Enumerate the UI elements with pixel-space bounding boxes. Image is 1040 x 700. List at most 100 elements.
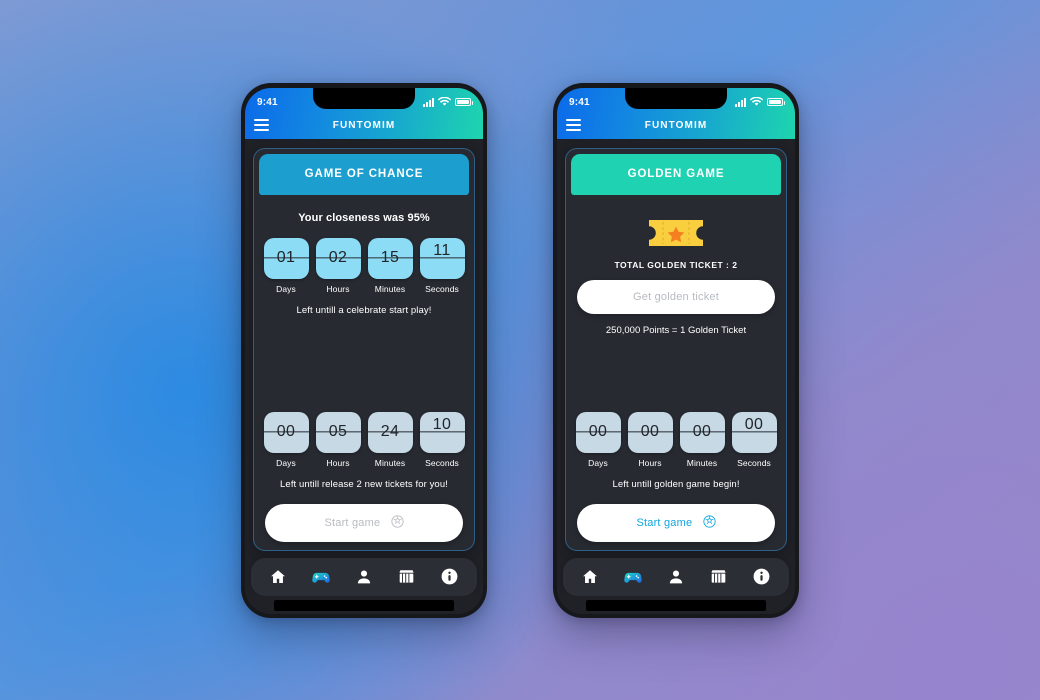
- notch: [313, 87, 415, 109]
- timer-label-minutes: Minutes: [686, 457, 718, 468]
- bottom-nav-container: [251, 551, 477, 596]
- flip-card-days: 01: [263, 237, 309, 279]
- home-icon: [271, 569, 286, 583]
- timer-value-days: 01: [276, 249, 296, 266]
- flip2-card-days: 00: [263, 411, 309, 453]
- timer-label-hours: Hours: [326, 283, 350, 294]
- nav-games-button[interactable]: [308, 564, 334, 590]
- timer2-label-seconds: Seconds: [425, 457, 459, 468]
- timer2-unit-seconds: 10 Seconds: [419, 411, 465, 468]
- status-time: 9:41: [569, 96, 590, 108]
- store-icon: [399, 570, 414, 583]
- timer-unit-hours: 00 Hours: [627, 411, 673, 468]
- flip-card-seconds: 00: [731, 411, 777, 453]
- hamburger-menu-icon[interactable]: [254, 119, 269, 131]
- countdown-timer-primary: 01 Days 02 Hours 15 Minutes 11 Seconds: [263, 237, 465, 294]
- info-icon: [753, 568, 770, 585]
- countdown-timer-golden: 00 Days 00 Hours 00 Minutes 00 Seconds: [575, 411, 777, 468]
- nav-info-button[interactable]: [749, 564, 775, 590]
- card-header-title: GAME OF CHANCE: [259, 153, 469, 195]
- timer-value-minutes: 15: [380, 249, 400, 266]
- timer-value-seconds: 11: [433, 242, 451, 259]
- nav-profile-button[interactable]: [351, 564, 377, 590]
- timer-unit-days: 00 Days: [575, 411, 621, 468]
- flip-card-hours: 00: [627, 411, 673, 453]
- flip2-card-seconds: 10: [419, 411, 465, 453]
- golden-game-card: GOLDEN GAME TOTAL GOLDEN TICKET : 2 Get …: [565, 147, 787, 551]
- timer-label-hours: Hours: [638, 457, 662, 468]
- nav-store-button[interactable]: [394, 564, 420, 590]
- timer-label-days: Days: [588, 457, 608, 468]
- screen-body: GOLDEN GAME TOTAL GOLDEN TICKET : 2 Get …: [557, 138, 795, 614]
- timer2-value-minutes: 24: [380, 423, 400, 440]
- flip-card-hours: 02: [315, 237, 361, 279]
- timer2-label-days: Days: [276, 457, 296, 468]
- flip-card-minutes: 15: [367, 237, 413, 279]
- soccer-ball-icon: [702, 514, 716, 531]
- app-title: FUNTOMIM: [644, 119, 708, 131]
- timer-value-days: 00: [588, 423, 608, 440]
- timer2-value-seconds: 10: [432, 416, 452, 433]
- home-indicator-area: [253, 595, 475, 614]
- closeness-headline: Your closeness was 95%: [298, 211, 430, 224]
- timer-unit-seconds: 00 Seconds: [731, 411, 777, 468]
- person-icon: [357, 569, 371, 583]
- store-icon: [711, 570, 726, 583]
- status-time: 9:41: [257, 96, 278, 108]
- battery-icon: [455, 98, 473, 106]
- timer2-unit-hours: 05 Hours: [315, 411, 361, 468]
- golden-ticket-icon: [649, 219, 703, 246]
- start-game-button[interactable]: Start game: [265, 503, 463, 542]
- battery-icon: [767, 98, 785, 106]
- nav-profile-button[interactable]: [663, 564, 689, 590]
- start-game-button[interactable]: Start game: [577, 503, 775, 542]
- home-indicator-area: [565, 595, 787, 614]
- screen-body: GAME OF CHANCE Your closeness was 95% 01…: [245, 138, 483, 614]
- notch: [625, 87, 727, 109]
- timer-unit-seconds: 11 Seconds: [419, 237, 465, 294]
- total-golden-ticket-label: TOTAL GOLDEN TICKET : 2: [614, 259, 738, 270]
- timer-value-hours: 02: [328, 249, 348, 266]
- timer-unit-hours: 02 Hours: [315, 237, 361, 294]
- card-content: Your closeness was 95% 01 Days 02 Hours …: [259, 195, 469, 550]
- nav-store-button[interactable]: [706, 564, 732, 590]
- card-content: TOTAL GOLDEN TICKET : 2 Get golden ticke…: [571, 195, 781, 550]
- phone-mockup-golden-game: 9:41 FUNTOMIM GOLDEN GAME TOTAL GOLDEN T…: [553, 82, 799, 618]
- timer-unit-days: 01 Days: [263, 237, 309, 294]
- timer2-value-days: 00: [276, 423, 296, 440]
- get-golden-ticket-label: Get golden ticket: [633, 290, 719, 303]
- card-header-title: GOLDEN GAME: [571, 153, 781, 195]
- home-indicator: [274, 599, 454, 611]
- nav-games-button[interactable]: [620, 564, 646, 590]
- wifi-icon: [750, 97, 763, 106]
- timer-caption-secondary: Left untill release 2 new tickets for yo…: [280, 478, 448, 490]
- countdown-timer-secondary: 00 Days 05 Hours 24 Minutes 10 Seconds: [263, 411, 465, 468]
- golden-ticket-illustration: [577, 217, 775, 249]
- gamepad-icon: [312, 572, 330, 583]
- game-card: GAME OF CHANCE Your closeness was 95% 01…: [253, 147, 475, 551]
- timer-unit-minutes: 00 Minutes: [679, 411, 725, 468]
- timer-caption-golden: Left untill golden game begin!: [612, 478, 740, 490]
- nav-home-button[interactable]: [577, 564, 603, 590]
- timer2-unit-days: 00 Days: [263, 411, 309, 468]
- info-icon: [441, 568, 458, 585]
- start-game-label: Start game: [636, 516, 693, 529]
- bottom-nav-container: [563, 551, 789, 596]
- flip-card-seconds: 11: [419, 237, 465, 279]
- app-bar: FUNTOMIM: [245, 112, 483, 139]
- person-icon: [669, 569, 683, 583]
- signal-bars-icon: [735, 97, 746, 107]
- nav-home-button[interactable]: [265, 564, 291, 590]
- flip2-card-minutes: 24: [367, 411, 413, 453]
- phone-screen: 9:41 FUNTOMIM GAME OF CHANCE Your closen…: [245, 87, 483, 614]
- app-bar: FUNTOMIM: [557, 112, 795, 139]
- get-golden-ticket-button[interactable]: Get golden ticket: [577, 279, 775, 314]
- bottom-nav: [251, 557, 477, 596]
- nav-info-button[interactable]: [437, 564, 463, 590]
- phone-mockup-game-of-chance: 9:41 FUNTOMIM GAME OF CHANCE Your closen…: [241, 82, 487, 618]
- app-title: FUNTOMIM: [332, 119, 396, 131]
- hamburger-menu-icon[interactable]: [566, 119, 581, 131]
- timer-value-minutes: 00: [692, 423, 712, 440]
- timer2-unit-minutes: 24 Minutes: [367, 411, 413, 468]
- timer-value-hours: 00: [640, 423, 660, 440]
